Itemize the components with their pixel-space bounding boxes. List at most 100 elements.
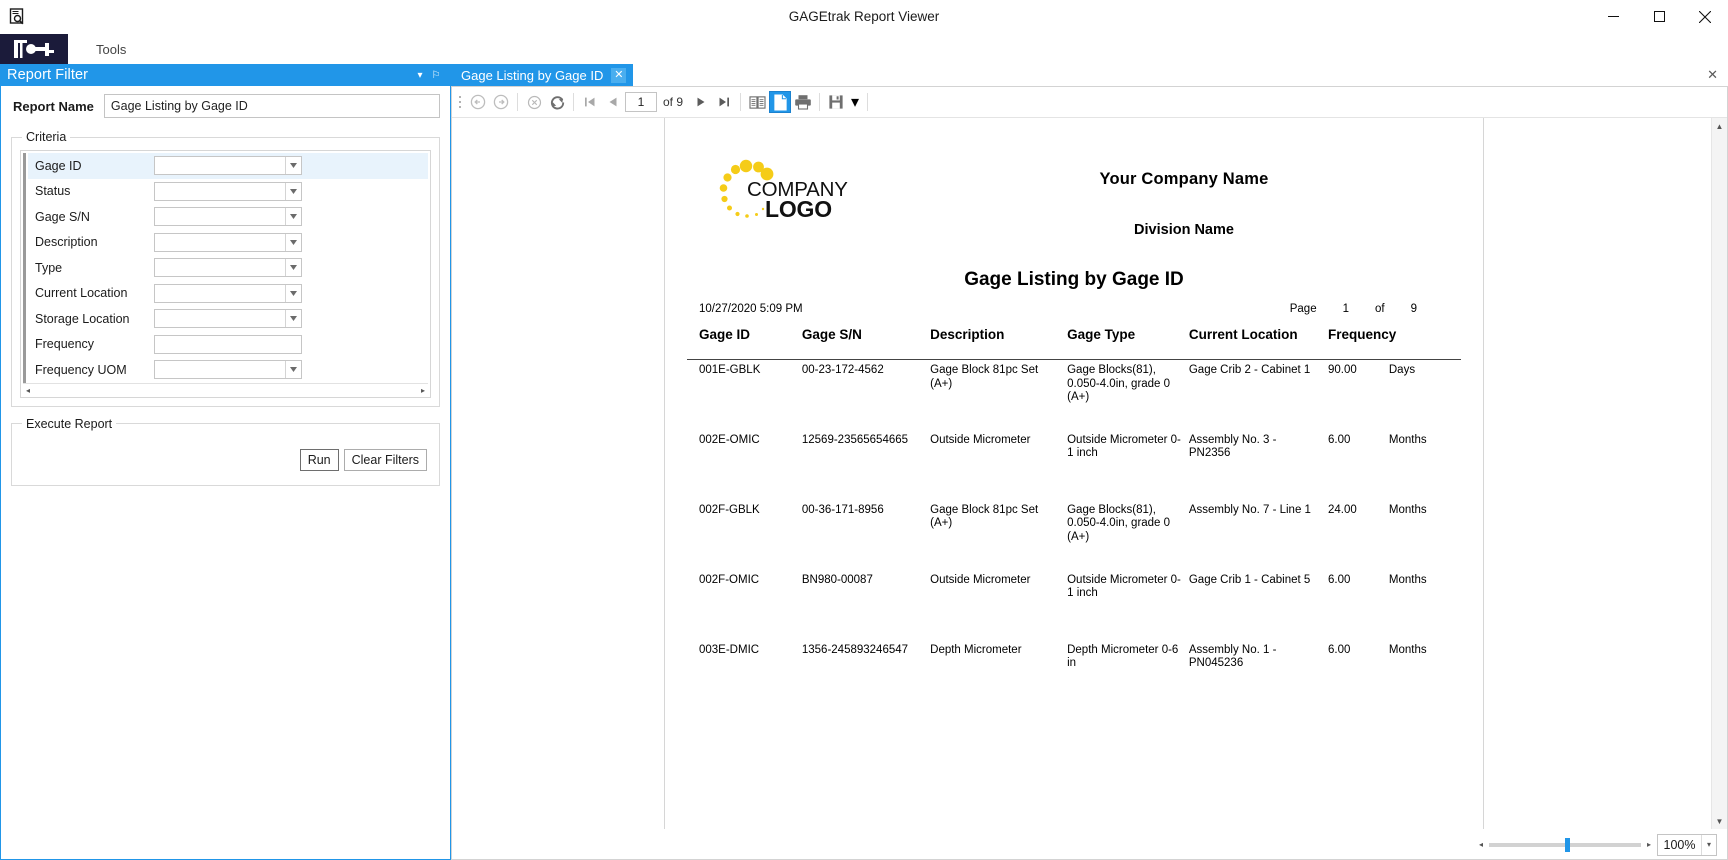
scroll-right-arrow-icon[interactable]: ▸ [421,386,425,395]
report-page-indicator: Page 1 of 9 [1290,303,1457,315]
pin-icon[interactable]: ⚐ [428,67,444,83]
tab-gage-listing-by-gage-id[interactable]: Gage Listing by Gage ID ✕ [451,64,634,86]
criteria-row[interactable]: Gage S/N [28,204,428,230]
report-viewer: of 9 [451,86,1728,860]
report-title: Gage Listing by Gage ID [964,269,1184,290]
current-page-input[interactable] [625,92,657,112]
scroll-up-arrow-icon[interactable]: ▲ [1712,118,1727,134]
criteria-combobox[interactable] [154,258,302,278]
zoom-level-value: 100% [1663,837,1696,852]
criteria-value [155,259,285,276]
scroll-left-arrow-icon[interactable]: ◂ [26,386,30,395]
chevron-down-icon[interactable] [285,208,301,226]
table-header-row: Gage ID Gage S/N Description Gage Type C… [687,325,1461,351]
next-page-icon[interactable] [690,91,712,113]
previous-page-icon[interactable] [602,91,624,113]
zoom-slider[interactable]: ◂ ▸ [1479,837,1651,852]
criteria-combobox[interactable] [154,309,302,329]
chevron-down-icon[interactable] [285,157,301,175]
tabstrip-close-icon[interactable]: ✕ [1707,67,1718,83]
chevron-down-icon[interactable] [285,259,301,277]
criteria-combobox[interactable] [154,283,302,303]
division-name: Division Name [1134,222,1234,238]
cell-current-location: Assembly No. 7 - Line 1 [1188,503,1311,516]
company-logo-icon: COMPANY LOGO [719,159,848,222]
tab-close-icon[interactable]: ✕ [611,67,627,83]
report-filter-body: Report Name Criteria Gage ID Status Gage S… [1,86,450,859]
document-area: Gage Listing by Gage ID ✕ ✕ 1 of 9 ▾ COM… [451,64,1728,860]
stop-icon[interactable] [523,91,545,113]
cell-gage-sn: 1356-245893246547 [801,643,909,656]
criteria-row[interactable]: Current Location [28,281,428,307]
chevron-down-icon[interactable]: ▾ [412,67,428,83]
criteria-value [155,336,301,353]
column-header-current-location: Current Location [1188,327,1298,342]
refresh-icon[interactable] [546,91,568,113]
table-row: 002E-OMIC 12569-23565654665 Outside Microm… [687,430,1461,500]
minimize-button[interactable] [1590,0,1636,34]
forward-arrow-icon[interactable] [490,91,512,113]
zoom-out-arrow-icon[interactable]: ◂ [1479,840,1483,849]
zoom-slider-thumb[interactable] [1564,837,1570,852]
window-titlebar: GAGEtrak Report Viewer [0,0,1728,34]
single-page-view-icon[interactable] [769,91,792,113]
report-filter-panel: Report Filter ▾ ⚐ Report Name Criteria G… [0,64,451,860]
chevron-down-icon[interactable] [285,182,301,200]
criteria-row[interactable]: Description [28,230,428,256]
first-page-icon[interactable] [579,91,601,113]
criteria-row[interactable]: Status [28,179,428,205]
cell-gage-id: 002F-GBLK [699,503,760,516]
criteria-row[interactable]: Storage Location [28,306,428,332]
print-icon[interactable] [792,91,814,113]
criteria-value [155,208,285,225]
chevron-down-icon[interactable] [285,310,301,328]
criteria-combobox[interactable] [154,232,302,252]
close-button[interactable] [1682,0,1728,34]
gagetrak-logo-icon[interactable] [0,34,68,64]
last-page-icon[interactable] [713,91,735,113]
table-row: 002F-OMIC BN980-00087 Outside Micrometer Ou… [687,570,1461,640]
run-button[interactable]: Run [299,448,339,471]
zoom-dropdown-icon[interactable]: ▾ [1701,834,1716,855]
toolbar-grip-handle[interactable] [456,92,464,112]
save-icon[interactable] [825,91,847,113]
criteria-text-input[interactable] [154,334,302,354]
menu-item-tools[interactable]: Tools [86,38,136,61]
clear-filters-button[interactable]: Clear Filters [343,448,427,471]
criteria-label: Description [35,235,98,250]
criteria-combobox[interactable] [154,181,302,201]
page-total-value: 9 [1410,303,1417,315]
zoom-level-selector[interactable]: 100% ▾ [1657,833,1717,856]
chevron-down-icon[interactable] [285,284,301,302]
maximize-button[interactable] [1636,0,1682,34]
back-arrow-icon[interactable] [467,91,489,113]
column-header-frequency: Frequency [1328,327,1397,342]
report-name-input[interactable] [103,94,440,118]
cell-gage-sn: 00-36-171-8956 [801,503,884,516]
page-current-value: 1 [1342,303,1349,315]
ribbon-bar: Tools [0,34,1728,64]
zoom-in-arrow-icon[interactable]: ▸ [1647,840,1651,849]
criteria-row[interactable]: Gage ID [28,153,428,179]
criteria-row[interactable]: Frequency [28,332,428,358]
multipage-view-icon[interactable] [746,91,768,113]
cell-description: Gage Block 81pc Set (A+) [930,503,1039,530]
column-header-gage-id: Gage ID [699,327,751,342]
criteria-row[interactable]: Frequency UOM [28,357,428,383]
criteria-combobox[interactable] [154,156,302,176]
criteria-value [155,285,285,302]
viewer-vertical-scrollbar[interactable]: ▲ ▼ [1711,118,1727,829]
report-timestamp: 10/27/2020 5:09 PM [699,303,803,315]
chevron-down-icon[interactable] [285,361,301,379]
save-dropdown-icon[interactable]: ▾ [848,91,862,113]
zoom-slider-track[interactable] [1488,837,1641,852]
criteria-label: Frequency UOM [35,362,127,377]
criteria-horizontal-scrollbar[interactable]: ◂ ▸ [23,382,428,397]
chevron-down-icon[interactable] [285,233,301,251]
criteria-row[interactable]: Type [28,255,428,281]
criteria-combobox[interactable] [154,207,302,227]
scroll-down-arrow-icon[interactable]: ▼ [1712,813,1727,829]
criteria-group: Criteria Gage ID Status Gage S/N Descriptio… [11,130,440,407]
gage-listing-table: Gage ID Gage S/N Description Gage Type C… [687,325,1461,710]
criteria-combobox[interactable] [154,360,302,380]
